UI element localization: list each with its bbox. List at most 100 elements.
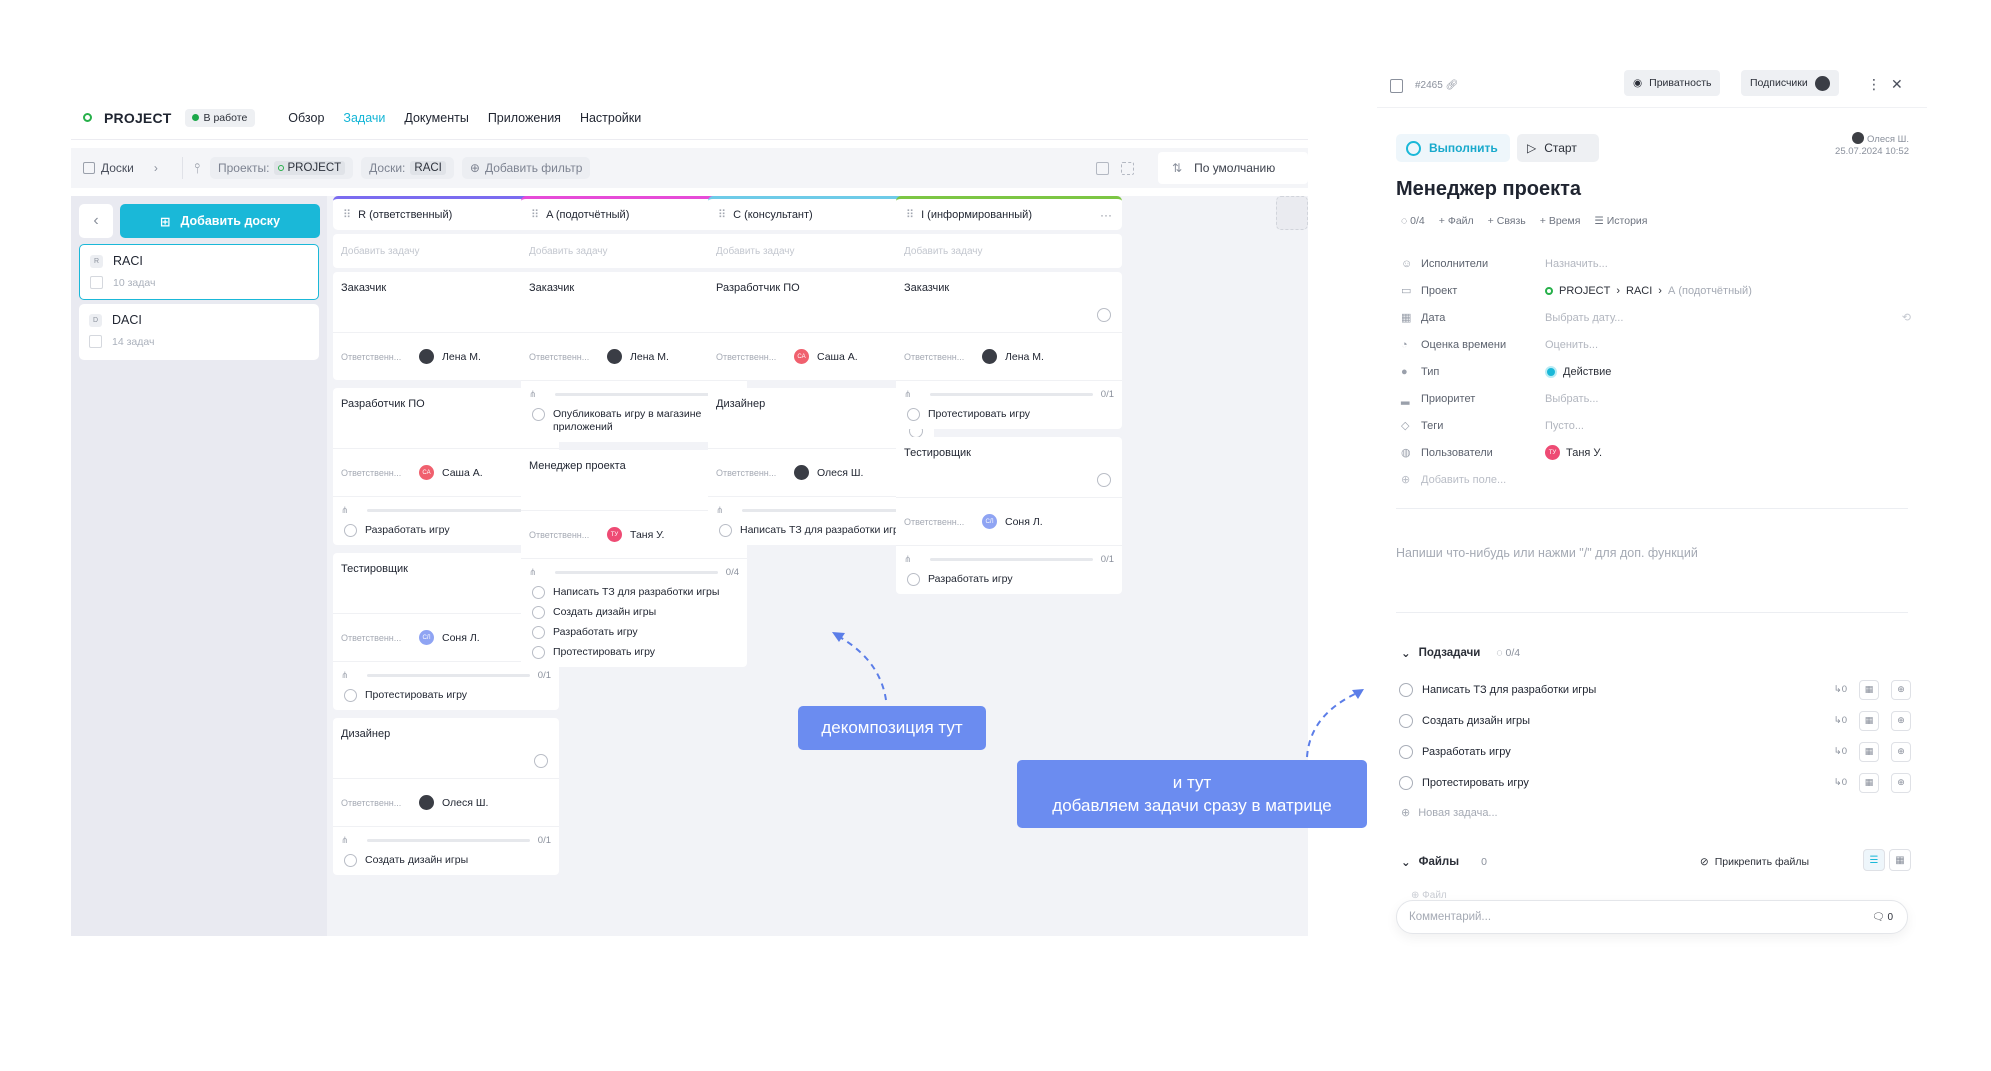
attach-files-button[interactable]: ⊘ Прикрепить файлы: [1700, 856, 1809, 868]
field-value: ТУ Таня У.: [1545, 445, 1602, 460]
created-date: 25.07.2024 10:52: [1835, 146, 1909, 157]
assign-user-icon[interactable]: ⊕: [1891, 741, 1911, 762]
assign-user-icon[interactable]: ⊕: [1891, 710, 1911, 731]
author-avatar: [1852, 132, 1864, 144]
field-estimate[interactable]: ◔ Оценка времени Оценить...: [1401, 331, 1911, 358]
author-name: Олеся Ш.: [1867, 134, 1909, 145]
panel-subtask-row[interactable]: Создать дизайн игры ↳0 ▦ ⊕: [1399, 705, 1911, 736]
field-type[interactable]: ● Тип Действие: [1401, 358, 1911, 385]
add-time-action[interactable]: + Время: [1540, 215, 1581, 227]
plus-circle-icon: ⊕: [1401, 807, 1411, 819]
subtask-progress-action[interactable]: ◌ 0/4: [1401, 215, 1425, 227]
subtask-title: Протестировать игру: [1422, 776, 1529, 789]
field-label: Пользователи: [1421, 446, 1493, 459]
subscribers-button[interactable]: Подписчики: [1741, 70, 1839, 96]
field-label: Проект: [1421, 284, 1458, 297]
new-subtask-button[interactable]: ⊕ Новая задача...: [1401, 806, 1498, 820]
history-action[interactable]: ☰ История: [1594, 215, 1647, 227]
arrowhead-icon: [832, 632, 845, 642]
field-label: Дата: [1421, 311, 1446, 324]
clock-icon: ◔: [1401, 338, 1408, 351]
list-icon: ☰: [1594, 215, 1604, 227]
close-icon[interactable]: ✕: [1891, 76, 1903, 93]
field-priority[interactable]: ▂ Приоритет Выбрать...: [1401, 385, 1911, 412]
start-button[interactable]: ▷ Старт: [1517, 134, 1599, 162]
task-title[interactable]: Менеджер проекта: [1396, 178, 1581, 201]
list-view-icon[interactable]: ☰: [1863, 849, 1885, 871]
calendar-icon[interactable]: ▦: [1859, 710, 1879, 731]
privacy-button[interactable]: ◉ Приватность: [1624, 70, 1721, 96]
author-info: Олеся Ш. 25.07.2024 10:52: [1835, 132, 1909, 158]
subtask-links-count: 0: [1841, 746, 1847, 757]
panel-subtask-row[interactable]: Протестировать игру ↳0 ▦ ⊕: [1399, 767, 1911, 798]
task-id[interactable]: #2465 🔗︎: [1415, 80, 1458, 91]
subtasks-list: Написать ТЗ для разработки игры ↳0 ▦ ⊕ С…: [1399, 674, 1911, 798]
subtasks-header[interactable]: ⌄ Подзадачи ◌ 0/4: [1401, 646, 1520, 660]
document-icon: [1390, 78, 1403, 93]
type-value: Действие: [1563, 365, 1612, 378]
add-file-action[interactable]: + Файл: [1439, 215, 1474, 227]
field-label: Исполнители: [1421, 257, 1489, 270]
progress-ring-icon: ◌: [1401, 215, 1408, 227]
subtask-meta: ↳0 ▦ ⊕: [1833, 710, 1911, 731]
field-date[interactable]: ▦ Дата Выбрать дату... ⟲: [1401, 304, 1911, 331]
assign-user-icon[interactable]: ⊕: [1891, 772, 1911, 793]
subtask-links: ↳0: [1833, 715, 1847, 726]
board-name: RACI: [1626, 284, 1653, 297]
panel-subtask-row[interactable]: Написать ТЗ для разработки игры ↳0 ▦ ⊕: [1399, 674, 1911, 705]
complete-button[interactable]: Выполнить: [1396, 134, 1510, 162]
calendar-icon[interactable]: ▦: [1859, 679, 1879, 700]
grid-view-icon[interactable]: ▦: [1889, 849, 1911, 871]
repeat-icon[interactable]: ⟲: [1902, 311, 1911, 324]
files-header[interactable]: ⌄ Файлы 0: [1401, 855, 1487, 869]
complete-circle-icon: [1406, 140, 1421, 156]
calendar-icon[interactable]: ▦: [1859, 741, 1879, 762]
subscriber-avatar: [1814, 75, 1830, 91]
user-name: Таня У.: [1566, 446, 1603, 459]
subtasks-title: Подзадачи: [1418, 647, 1481, 659]
files-count: 0: [1481, 856, 1487, 868]
field-label: Тип: [1421, 365, 1440, 378]
comment-icon: 🗨︎: [1871, 911, 1885, 923]
field-value: Выбрать дату...: [1545, 311, 1624, 324]
add-link-action[interactable]: + Связь: [1488, 215, 1526, 227]
comment-count[interactable]: 🗨︎ 0: [1872, 912, 1893, 923]
priority-bars-icon: ▂: [1401, 393, 1410, 405]
subtask-links: ↳0: [1833, 684, 1847, 695]
subtask-check-icon[interactable]: [1399, 682, 1413, 697]
more-vertical-icon[interactable]: ⋮: [1867, 76, 1881, 93]
field-value: Назначить...: [1545, 257, 1608, 270]
calendar-icon[interactable]: ▦: [1859, 772, 1879, 793]
callout-matrix-line1: и тут: [1172, 773, 1212, 792]
comment-count-text: 0: [1887, 911, 1893, 923]
assign-user-icon[interactable]: ⊕: [1891, 679, 1911, 700]
subtask-title: Создать дизайн игры: [1422, 714, 1531, 727]
divider: [1396, 508, 1908, 509]
panel-subtask-row[interactable]: Разработать игру ↳0 ▦ ⊕: [1399, 736, 1911, 767]
description-editor[interactable]: Напиши что-нибудь или нажми "/" для доп.…: [1396, 546, 1698, 560]
subtask-check-icon[interactable]: [1399, 775, 1413, 790]
subtasks-count-text: 0/4: [1505, 647, 1521, 659]
subtask-check-icon[interactable]: [1399, 744, 1413, 759]
field-project[interactable]: ▭ Проект PROJECT › RACI › А (подотчётный): [1401, 277, 1911, 304]
subtask-title: Разработать игру: [1422, 745, 1511, 758]
subtask-check-icon[interactable]: [1399, 713, 1413, 728]
add-link-label: Связь: [1496, 215, 1526, 227]
start-label: Старт: [1544, 141, 1577, 155]
privacy-label: Приватность: [1649, 77, 1712, 89]
subtask-meta: ↳0 ▦ ⊕: [1833, 679, 1911, 700]
files-view-toggle: ☰ ▦: [1863, 849, 1911, 871]
subtask-links-count: 0: [1841, 715, 1847, 726]
field-users[interactable]: ◍ Пользователи ТУ Таня У.: [1401, 439, 1911, 466]
field-value: Оценить...: [1545, 338, 1599, 351]
comment-input[interactable]: Комментарий... 🗨︎ 0: [1396, 900, 1908, 934]
plus-circle-icon: ⊕: [1401, 474, 1411, 486]
project-dot-icon: [1545, 286, 1553, 295]
type-icon: ●: [1401, 365, 1408, 378]
subtask-links-count: 0: [1841, 777, 1847, 788]
add-field-button[interactable]: ⊕ Добавить поле...: [1401, 466, 1911, 493]
field-assignees[interactable]: ☺ Исполнители Назначить...: [1401, 250, 1911, 277]
field-tags[interactable]: ◇ Теги Пусто...: [1401, 412, 1911, 439]
subtask-links: ↳0: [1833, 777, 1847, 788]
tag-icon: ◇: [1401, 420, 1410, 432]
